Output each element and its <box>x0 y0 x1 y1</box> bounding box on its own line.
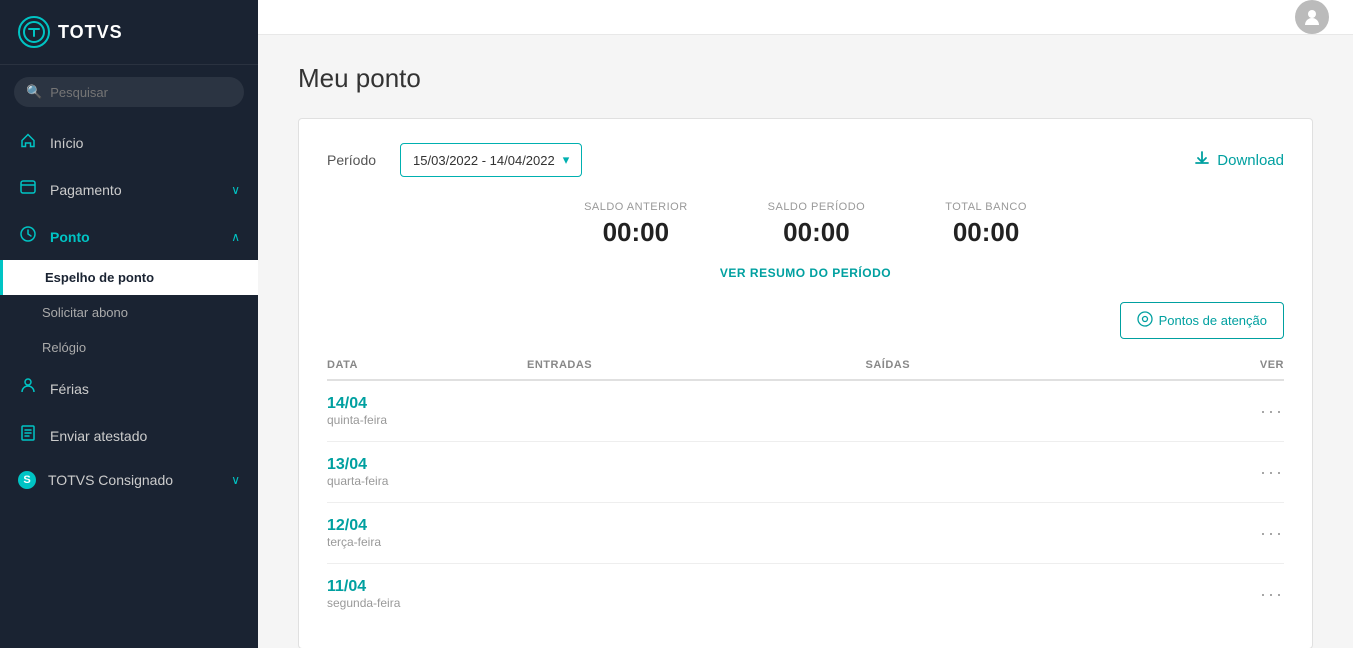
atencao-row: Pontos de atenção <box>327 302 1284 339</box>
period-label: Período <box>327 152 376 168</box>
chevron-up-icon: ∧ <box>231 230 240 244</box>
more-button-3[interactable]: ··· <box>1204 523 1284 544</box>
user-avatar[interactable] <box>1295 0 1329 34</box>
sidebar-item-ponto[interactable]: Ponto ∧ <box>0 213 258 260</box>
stat-total-banco: TOTAL BANCO 00:00 <box>945 201 1027 248</box>
search-icon: 🔍 <box>26 84 42 100</box>
stat-saldo-anterior-label: SALDO ANTERIOR <box>584 201 688 213</box>
date-main-2: 13/04 <box>327 456 527 474</box>
table-header: DATA ENTRADAS SAÍDAS VER <box>327 359 1284 381</box>
sidebar-subitem-abono-label: Solicitar abono <box>42 305 128 320</box>
sidebar-item-pagamento[interactable]: Pagamento ∨ <box>0 166 258 213</box>
period-value: 15/03/2022 - 14/04/2022 <box>413 153 555 168</box>
table-row: 13/04 quarta-feira ··· <box>327 442 1284 503</box>
stat-total-banco-label: TOTAL BANCO <box>945 201 1027 213</box>
col-saidas: SAÍDAS <box>866 359 1205 371</box>
sidebar: TOTVS 🔍 Início Pagamento ∨ Ponto ∧ Espel… <box>0 0 258 648</box>
sidebar-item-inicio-label: Início <box>50 135 83 151</box>
sidebar-item-pagamento-label: Pagamento <box>50 182 122 198</box>
download-label: Download <box>1217 152 1284 169</box>
more-button-1[interactable]: ··· <box>1204 401 1284 422</box>
sidebar-item-consignado[interactable]: S TOTVS Consignado ∨ <box>0 459 258 501</box>
row-date-2: 13/04 quarta-feira <box>327 456 527 488</box>
col-ver: VER <box>1204 359 1284 371</box>
sidebar-item-inicio[interactable]: Início <box>0 119 258 166</box>
sidebar-item-ferias-label: Férias <box>50 381 89 397</box>
more-button-4[interactable]: ··· <box>1204 584 1284 605</box>
card-header: Período 15/03/2022 - 14/04/2022 ▾ Downlo… <box>327 143 1284 177</box>
more-button-2[interactable]: ··· <box>1204 462 1284 483</box>
table-row: 11/04 segunda-feira ··· <box>327 564 1284 624</box>
stat-saldo-periodo-value: 00:00 <box>768 217 866 248</box>
sidebar-item-atestado-label: Enviar atestado <box>50 428 147 444</box>
date-main-3: 12/04 <box>327 517 527 535</box>
download-button[interactable]: Download <box>1193 149 1284 172</box>
ferias-icon <box>18 377 38 400</box>
sidebar-item-atestado[interactable]: Enviar atestado <box>0 412 258 459</box>
pagamento-icon <box>18 178 38 201</box>
col-data: DATA <box>327 359 527 371</box>
atencao-button[interactable]: Pontos de atenção <box>1120 302 1284 339</box>
logo-icon <box>18 16 50 48</box>
date-main-1: 14/04 <box>327 395 527 413</box>
period-wrapper: Período 15/03/2022 - 14/04/2022 ▾ <box>327 143 582 177</box>
row-date-3: 12/04 terça-feira <box>327 517 527 549</box>
sidebar-item-ponto-label: Ponto <box>50 229 90 245</box>
search-input[interactable] <box>50 85 232 100</box>
sidebar-item-ferias[interactable]: Férias <box>0 365 258 412</box>
stat-saldo-anterior: SALDO ANTERIOR 00:00 <box>584 201 688 248</box>
logo-text: TOTVS <box>58 22 123 43</box>
chevron-down-icon: ∨ <box>231 183 240 197</box>
stat-saldo-anterior-value: 00:00 <box>584 217 688 248</box>
row-date-1: 14/04 quinta-feira <box>327 395 527 427</box>
sidebar-item-consignado-label: TOTVS Consignado <box>48 472 173 488</box>
content-area: Meu ponto Período 15/03/2022 - 14/04/202… <box>258 35 1353 648</box>
chevron-down-icon-2: ∨ <box>231 473 240 487</box>
sidebar-subitem-espelho[interactable]: Espelho de ponto <box>0 260 258 295</box>
atencao-label: Pontos de atenção <box>1159 313 1267 328</box>
main-card: Período 15/03/2022 - 14/04/2022 ▾ Downlo… <box>298 118 1313 648</box>
home-icon <box>18 131 38 154</box>
stat-saldo-periodo: SALDO PERÍODO 00:00 <box>768 201 866 248</box>
ver-resumo-link[interactable]: VER RESUMO DO PERÍODO <box>720 266 891 280</box>
consignado-icon: S <box>18 471 36 489</box>
date-sub-3: terça-feira <box>327 535 527 549</box>
row-date-4: 11/04 segunda-feira <box>327 578 527 610</box>
sidebar-subitem-espelho-label: Espelho de ponto <box>45 270 154 285</box>
sidebar-subitem-relogio-label: Relógio <box>42 340 86 355</box>
ver-resumo: VER RESUMO DO PERÍODO <box>327 264 1284 282</box>
period-chevron-icon: ▾ <box>563 152 570 168</box>
eye-icon <box>1137 311 1153 330</box>
stat-total-banco-value: 00:00 <box>945 217 1027 248</box>
stats-row: SALDO ANTERIOR 00:00 SALDO PERÍODO 00:00… <box>327 201 1284 248</box>
search-bar[interactable]: 🔍 <box>14 77 244 107</box>
ponto-icon <box>18 225 38 248</box>
page-title: Meu ponto <box>298 63 1313 94</box>
date-sub-2: quarta-feira <box>327 474 527 488</box>
atestado-icon <box>18 424 38 447</box>
table-row: 14/04 quinta-feira ··· <box>327 381 1284 442</box>
main-content: Meu ponto Período 15/03/2022 - 14/04/202… <box>258 0 1353 648</box>
date-sub-1: quinta-feira <box>327 413 527 427</box>
date-sub-4: segunda-feira <box>327 596 527 610</box>
period-select[interactable]: 15/03/2022 - 14/04/2022 ▾ <box>400 143 582 177</box>
date-main-4: 11/04 <box>327 578 527 596</box>
logo-area: TOTVS <box>0 0 258 65</box>
sidebar-subitem-relogio[interactable]: Relógio <box>0 330 258 365</box>
stat-saldo-periodo-label: SALDO PERÍODO <box>768 201 866 213</box>
table-row: 12/04 terça-feira ··· <box>327 503 1284 564</box>
top-bar <box>258 0 1353 35</box>
download-icon <box>1193 149 1211 172</box>
col-entradas: ENTRADAS <box>527 359 866 371</box>
sidebar-subitem-abono[interactable]: Solicitar abono <box>0 295 258 330</box>
